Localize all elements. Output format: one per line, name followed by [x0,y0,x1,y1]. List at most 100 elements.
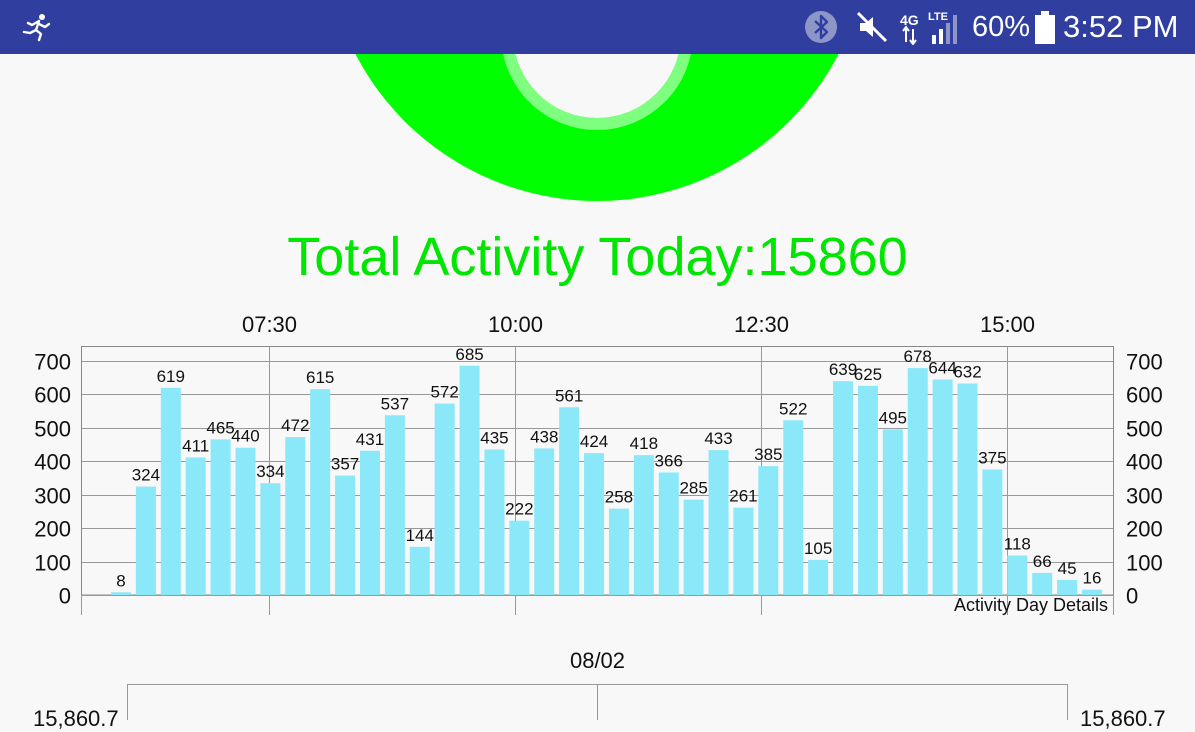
bar-value-label: 411 [182,436,209,455]
y-axis-left-tick: 400 [34,450,71,475]
y-axis-right-tick: 400 [1126,450,1163,475]
bar-value-label: 66 [1033,552,1052,571]
bar-value-label: 537 [381,394,409,413]
bar-value-label: 438 [530,427,558,446]
network-type-label: 4G [900,12,919,28]
bottom-chart-right-axis-label: 15,860.7 [1080,706,1166,731]
bar-value-label: 16 [1083,569,1102,588]
chart-bar [907,368,928,595]
activity-ring [355,54,839,201]
bar-value-label: 472 [281,416,309,435]
bar-value-label: 45 [1058,559,1077,578]
y-axis-right-tick: 700 [1126,350,1163,375]
x-axis-tick: 15:00 [980,312,1035,337]
chart-bar [185,457,206,595]
chart-bar [534,448,555,595]
chart-bar [434,403,455,595]
y-axis-left-tick: 300 [34,484,71,509]
bar-value-label: 615 [306,368,334,387]
bar-value-label: 435 [480,428,508,447]
bar-value-label: 433 [704,429,732,448]
bottom-chart-left-axis-label: 15,860.7 [33,706,119,731]
bar-value-label: 261 [729,487,757,506]
y-axis-right-tick: 100 [1126,551,1163,576]
y-axis-right-tick: 500 [1126,417,1163,442]
chart-bar [384,415,405,595]
chart-bar [260,483,281,595]
bar-value-label: 572 [430,383,458,402]
bar-value-label: 8 [116,571,125,590]
chart-bar [733,507,754,595]
chart-bar [608,508,629,595]
chart-bar [932,379,953,595]
chart-bar [957,383,978,595]
chart-bar [359,450,380,595]
chart-bar [509,520,530,595]
bar-value-label: 334 [256,462,284,481]
chart-bar [833,381,854,595]
bar-value-label: 357 [331,455,359,474]
y-axis-right-tick: 300 [1126,484,1163,509]
bar-value-label: 324 [132,466,160,485]
bar-value-label: 424 [580,432,608,451]
bar-value-label: 619 [157,367,185,386]
bar-value-label: 144 [406,526,434,545]
y-axis-right-tick: 0 [1126,584,1138,609]
bar-value-label: 440 [231,427,259,446]
y-axis-left-tick: 100 [34,551,71,576]
network-sub-label: LTE [928,11,948,23]
y-axis-left-tick: 600 [34,383,71,408]
chart-description: Activity Day Details [954,595,1108,615]
bottom-chart [127,684,1068,720]
bar-value-label: 222 [505,500,533,519]
y-axis-left-tick: 200 [34,517,71,542]
chart-bar [559,407,580,595]
y-axis-left-tick: 700 [34,350,71,375]
chart-bar [285,437,306,595]
bar-value-label: 105 [804,539,832,558]
bar-value-label: 625 [854,365,882,384]
chart-bar [982,469,1003,595]
bluetooth-icon [803,0,839,54]
bar-value-label: 118 [1004,535,1031,554]
chart-bar [882,429,903,595]
chart-bar [857,385,878,595]
chart-bar [758,466,779,595]
bar-value-label: 385 [754,445,782,464]
chart-bar [1057,579,1078,595]
bar-value-label: 418 [630,434,658,453]
chart-bar [1032,572,1053,595]
chart-bar [335,475,356,595]
bar-value-label: 685 [455,345,483,364]
y-axis-right-tick: 600 [1126,383,1163,408]
chart-bar [160,387,181,595]
chart-bar [459,365,480,595]
bar-value-label: 561 [555,386,583,405]
signal-icon: 4G LTE [898,0,968,54]
chart-bar [484,449,505,595]
bar-value-label: 285 [679,479,707,498]
status-bar: 4G LTE 60% 3:52 PM [0,0,1195,54]
bar-value-label: 632 [953,362,981,381]
bar-value-label: 366 [655,452,683,471]
y-axis-right-tick: 200 [1126,517,1163,542]
chart-bar [135,486,156,595]
bar-value-label: 522 [779,399,807,418]
chart-bar [235,447,256,595]
chart-bar [210,439,231,595]
activity-bar-chart: 8324619411465440334472615357431537144572… [34,312,1163,615]
x-axis-tick: 12:30 [734,312,789,337]
bar-value-label: 495 [879,408,907,427]
mute-icon [855,0,889,54]
chart-bar [708,450,729,595]
total-activity-label: Total Activity Today:15860 [287,227,908,287]
chart-bar [658,472,679,595]
bar-value-label: 375 [978,449,1006,468]
x-axis-tick: 07:30 [242,312,297,337]
bar-value-label: 431 [356,430,384,449]
bottom-chart-date: 08/02 [569,648,626,673]
y-axis-left-tick: 0 [59,584,71,609]
bar-value-label: 258 [605,488,633,507]
battery-percent: 60% [972,10,1031,43]
chart-bar [633,455,654,595]
